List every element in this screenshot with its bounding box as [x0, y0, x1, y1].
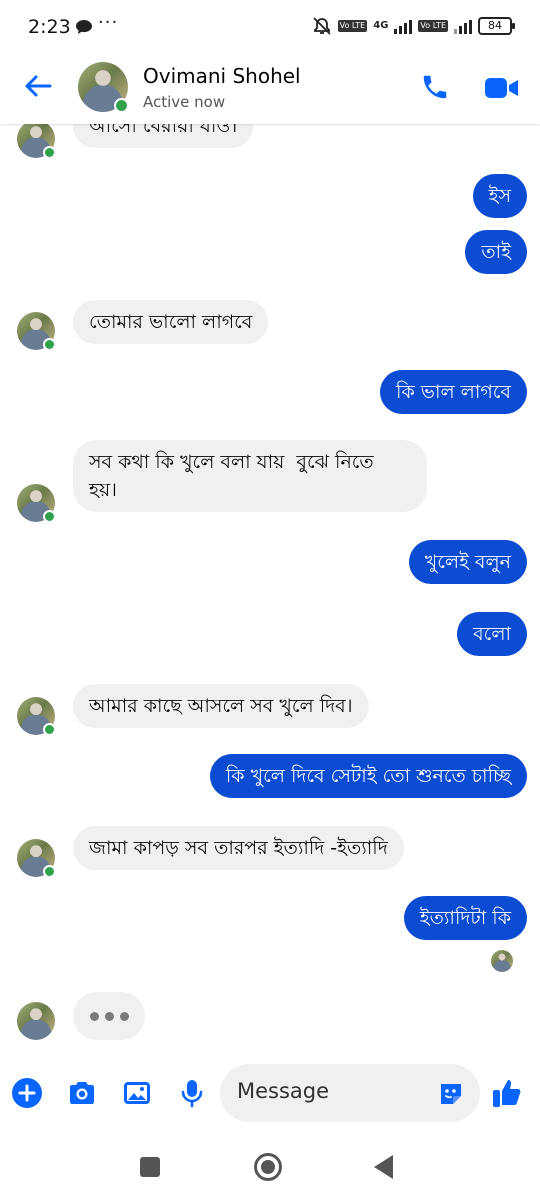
contact-avatar-small[interactable] — [17, 697, 56, 736]
system-navigation-bar — [0, 1140, 540, 1200]
back-arrow-icon[interactable] — [22, 70, 54, 102]
message-thread[interactable]: আসো বেরায়া যাও। ইস তাই তোমার ভালো লাগবে… — [0, 124, 540, 1050]
outgoing-message[interactable]: ইস — [472, 174, 527, 218]
online-status-dot — [43, 723, 56, 736]
contact-avatar[interactable] — [78, 62, 129, 113]
outgoing-message[interactable]: কি ভাল লাগবে — [380, 370, 527, 414]
incoming-message[interactable]: জামা কাপড় সব তারপর ইত্যাদি -ইত্যাদি — [73, 826, 404, 870]
signal-strength-icon — [394, 18, 413, 34]
online-status-dot — [43, 510, 56, 523]
video-camera-icon[interactable] — [484, 74, 520, 102]
camera-icon[interactable] — [66, 1077, 98, 1109]
volte-badge: Vo LTE — [337, 20, 368, 32]
back-triangle-icon[interactable] — [374, 1155, 393, 1179]
online-status-dot — [43, 146, 56, 159]
messenger-notification-icon — [76, 20, 92, 34]
presence-status: Active now — [143, 93, 226, 111]
online-status-dot — [43, 338, 56, 351]
volte-badge-2: Vo LTE — [418, 20, 448, 32]
network-type: 4G — [373, 20, 389, 31]
online-status-dot — [43, 865, 56, 878]
message-composer: Message — [0, 1050, 540, 1140]
incoming-message[interactable]: তোমার ভালো লাগবে — [73, 300, 269, 344]
outgoing-message[interactable]: তাই — [465, 230, 527, 274]
outgoing-message[interactable]: খুলেই বলুন — [408, 540, 527, 584]
incoming-message[interactable]: আসো বেরায়া যাও। — [73, 124, 254, 148]
contact-name[interactable]: Ovimani Shohel — [143, 64, 301, 88]
outgoing-message[interactable]: বলো — [457, 612, 527, 656]
seen-receipt-avatar — [491, 950, 513, 972]
contact-avatar-small[interactable] — [17, 312, 56, 351]
more-notifications-indicator: ··· — [98, 12, 119, 33]
microphone-icon[interactable] — [176, 1077, 208, 1109]
typing-indicator — [73, 992, 145, 1040]
outgoing-message[interactable]: ইত্যাদিটা কি — [403, 896, 527, 940]
status-bar: 2:23 ··· Vo LTE 4G Vo LTE 84 — [0, 0, 540, 52]
battery-indicator: 84 — [478, 17, 515, 35]
status-time: 2:23 — [28, 16, 71, 38]
contact-avatar-small[interactable] — [17, 839, 56, 878]
recents-square-icon[interactable] — [140, 1157, 160, 1177]
online-status-dot — [114, 98, 129, 113]
message-input-placeholder: Message — [237, 1079, 330, 1103]
incoming-message[interactable]: সব কথা কি খুলে বলা যায় বুঝে নিতে হয়। — [73, 440, 427, 512]
thumbs-up-icon[interactable] — [490, 1076, 524, 1110]
outgoing-message[interactable]: কি খুলে দিবে সেটাই তো শুনতে চাচ্ছি — [209, 754, 527, 798]
home-circle-icon[interactable] — [254, 1153, 282, 1181]
contact-avatar-small[interactable] — [17, 1002, 55, 1040]
contact-avatar-small[interactable] — [17, 484, 56, 523]
alarm-off-icon — [313, 17, 331, 35]
image-icon[interactable] — [121, 1077, 153, 1109]
sticker-icon[interactable] — [437, 1080, 465, 1108]
incoming-message[interactable]: আমার কাছে আসলে সব খুলে দিব। — [73, 684, 369, 728]
plus-circle-icon[interactable] — [11, 1077, 43, 1109]
phone-icon[interactable] — [420, 72, 450, 102]
contact-avatar-small[interactable] — [17, 124, 56, 159]
signal-strength-icon-2 — [454, 18, 472, 34]
conversation-header: Ovimani Shohel Active now — [0, 52, 540, 124]
